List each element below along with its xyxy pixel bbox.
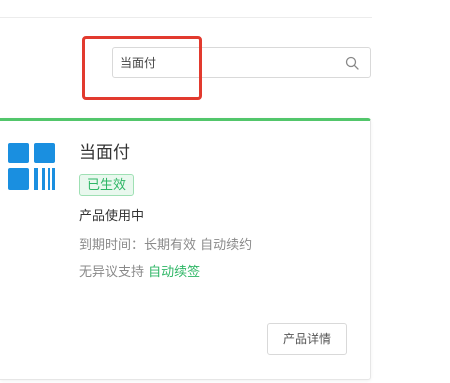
support-prefix: 无异议支持 xyxy=(79,265,145,280)
usage-status: 产品使用中 xyxy=(79,209,145,224)
expiry-info: 到期时间：长期有效 自动续约 xyxy=(79,238,253,253)
red-highlight-box xyxy=(82,36,202,100)
search-icon[interactable] xyxy=(345,56,359,70)
status-badge: 已生效 xyxy=(79,174,135,196)
alipay-face-to-face-icon xyxy=(8,143,55,190)
header-divider xyxy=(0,17,372,18)
auto-renew-link[interactable]: 自动续签 xyxy=(148,265,200,280)
product-title: 当面付 xyxy=(79,143,130,163)
product-detail-button[interactable]: 产品详情 xyxy=(267,323,347,355)
product-card: 当面付 已生效 产品使用中 到期时间：长期有效 自动续约 无异议支持 自动续签 … xyxy=(0,118,371,380)
support-info: 无异议支持 自动续签 xyxy=(79,265,200,281)
